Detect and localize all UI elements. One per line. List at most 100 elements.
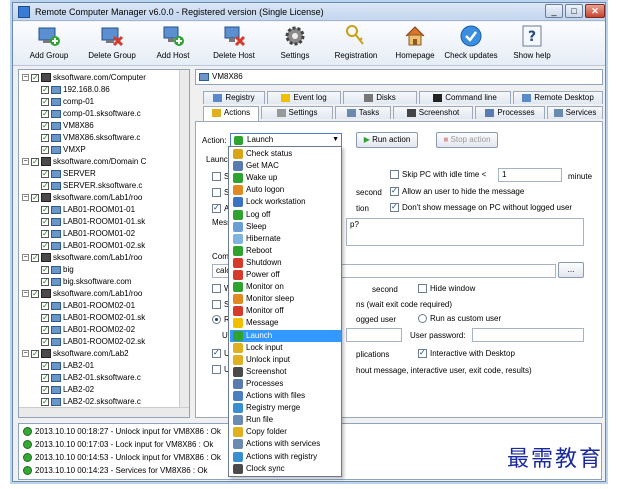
tree-checkbox[interactable] bbox=[31, 72, 39, 84]
tree-host[interactable]: LAB01-ROOM01-01.sk bbox=[41, 216, 145, 228]
dropdown-option[interactable]: Check status bbox=[230, 148, 341, 160]
tree-host[interactable]: VM8X86 bbox=[41, 120, 94, 132]
tree-checkbox[interactable] bbox=[41, 360, 49, 372]
dropdown-option[interactable]: Run file bbox=[230, 414, 341, 426]
tree-checkbox[interactable] bbox=[31, 348, 39, 360]
close-button[interactable]: ✕ bbox=[585, 4, 605, 18]
interactive-desktop-checkbox[interactable]: Interactive with Desktop bbox=[418, 348, 515, 359]
stop-action-button[interactable]: ■ Stop action bbox=[436, 132, 498, 148]
tree-group[interactable]: − sksoftware.com/Lab1/roo bbox=[22, 252, 142, 264]
tree-checkbox[interactable] bbox=[41, 120, 49, 132]
dropdown-option[interactable]: Auto logon bbox=[230, 184, 341, 196]
tree-checkbox[interactable] bbox=[31, 192, 39, 204]
tree-host[interactable]: VM8X86.sksoftware.c bbox=[41, 132, 140, 144]
tree-checkbox[interactable] bbox=[41, 168, 49, 180]
tree-group[interactable]: − sksoftware.com/Lab1/roo bbox=[22, 288, 142, 300]
skip-idle-checkbox[interactable]: Skip PC with idle time < bbox=[390, 170, 486, 180]
tree-checkbox[interactable] bbox=[41, 324, 49, 336]
tab-processes[interactable]: Processes bbox=[475, 106, 545, 119]
tree-group[interactable]: − sksoftware.com/Domain C bbox=[22, 156, 146, 168]
idle-time-input[interactable]: 1 bbox=[498, 168, 562, 182]
dropdown-option[interactable]: Screenshot bbox=[230, 366, 341, 378]
tree-checkbox[interactable] bbox=[41, 84, 49, 96]
tree-group[interactable]: − sksoftware.com/Computer bbox=[22, 72, 146, 84]
dropdown-option[interactable]: Actions with services bbox=[230, 438, 341, 450]
tree-checkbox[interactable] bbox=[41, 264, 49, 276]
dropdown-option[interactable]: Get MAC bbox=[230, 160, 341, 172]
dropdown-option[interactable]: Monitor sleep bbox=[230, 293, 341, 305]
collapse-icon[interactable]: − bbox=[22, 290, 29, 298]
tree-host[interactable]: comp-01 bbox=[41, 96, 94, 108]
tab-disks[interactable]: Disks bbox=[343, 91, 417, 104]
tree-host[interactable]: big bbox=[41, 264, 74, 276]
maximize-button[interactable]: □ bbox=[565, 4, 583, 18]
tab-screenshot[interactable]: Screenshot bbox=[393, 106, 473, 119]
tree-checkbox[interactable] bbox=[31, 156, 39, 168]
tree-host[interactable]: LAB2-01.sksoftware.c bbox=[41, 372, 141, 384]
tree-checkbox[interactable] bbox=[41, 336, 49, 348]
tree-group[interactable]: − sksoftware.com/Lab2 bbox=[22, 348, 129, 360]
dropdown-option[interactable]: Wake up bbox=[230, 172, 341, 184]
tree-host[interactable]: LAB01-ROOM01-02 bbox=[41, 228, 135, 240]
check-updates-button[interactable]: Check updates bbox=[443, 24, 499, 64]
delete-host-button[interactable]: Delete Host bbox=[209, 24, 259, 64]
dropdown-option[interactable]: Log off bbox=[230, 209, 341, 221]
tree-host[interactable]: LAB01-ROOM01-02.sk bbox=[41, 240, 145, 252]
tree-group[interactable]: − sksoftware.com/Lab1/roo bbox=[22, 192, 142, 204]
hide-window-checkbox[interactable]: Hide window bbox=[418, 284, 475, 294]
collapse-icon[interactable]: − bbox=[22, 74, 29, 82]
tree-checkbox[interactable] bbox=[41, 312, 49, 324]
tab-event-log[interactable]: Event log bbox=[267, 91, 341, 104]
tree-checkbox[interactable] bbox=[41, 372, 49, 384]
tree-horizontal-scrollbar[interactable] bbox=[19, 407, 189, 417]
tree-host[interactable]: big.sksoftware.com bbox=[41, 276, 131, 288]
tree-checkbox[interactable] bbox=[41, 180, 49, 192]
dropdown-option[interactable]: Clock sync bbox=[230, 463, 341, 475]
action-select[interactable]: Launch ▼ bbox=[230, 133, 342, 147]
computer-tree[interactable]: − sksoftware.com/Computer 192.168.0.86 comp… bbox=[18, 69, 190, 418]
tree-checkbox[interactable] bbox=[41, 132, 49, 144]
tree-host[interactable]: LAB01-ROOM02-02.sk bbox=[41, 336, 145, 348]
tree-checkbox[interactable] bbox=[41, 300, 49, 312]
dropdown-option[interactable]: Power off bbox=[230, 269, 341, 281]
dropdown-option[interactable]: Copy folder bbox=[230, 426, 341, 438]
run-action-button[interactable]: ▶ Run action bbox=[356, 132, 418, 148]
dropdown-option[interactable]: Launch bbox=[230, 329, 341, 342]
tree-host[interactable]: SERVER bbox=[41, 168, 96, 180]
dropdown-option[interactable]: Message bbox=[230, 317, 341, 329]
tree-host[interactable]: 192.168.0.86 bbox=[41, 84, 110, 96]
dropdown-option[interactable]: Processes bbox=[230, 378, 341, 390]
dropdown-option[interactable]: Monitor off bbox=[230, 305, 341, 317]
run-as-custom-user-radio[interactable]: Run as custom user bbox=[418, 314, 501, 324]
tab-registry[interactable]: Registry bbox=[203, 91, 265, 104]
settings-button[interactable]: Settings bbox=[277, 24, 313, 64]
tree-checkbox[interactable] bbox=[41, 240, 49, 252]
dont-show-message-checkbox[interactable]: Don't show message on PC without logged … bbox=[390, 202, 572, 213]
dropdown-option[interactable]: Hibernate bbox=[230, 233, 341, 245]
collapse-icon[interactable]: − bbox=[22, 158, 29, 166]
tree-checkbox[interactable] bbox=[41, 204, 49, 216]
show-help-button[interactable]: ? Show help bbox=[509, 24, 555, 64]
tab-command-line[interactable]: Command line bbox=[419, 91, 511, 104]
browse-button[interactable]: ... bbox=[558, 262, 584, 278]
tree-host[interactable]: LAB2-02 bbox=[41, 384, 94, 396]
tree-host[interactable]: comp-01.sksoftware.c bbox=[41, 108, 141, 120]
tree-checkbox[interactable] bbox=[31, 252, 39, 264]
option-checkbox-3[interactable]: A bbox=[212, 203, 229, 214]
dropdown-option[interactable]: Sleep bbox=[230, 221, 341, 233]
dropdown-option[interactable]: Lock input bbox=[230, 342, 341, 354]
tree-host[interactable]: LAB01-ROOM02-01 bbox=[41, 300, 135, 312]
minimize-button[interactable]: _ bbox=[545, 4, 563, 18]
collapse-icon[interactable]: − bbox=[22, 194, 29, 202]
allow-hide-checkbox[interactable]: Allow an user to hide the message bbox=[390, 186, 524, 197]
tree-host[interactable]: LAB01-ROOM01-01 bbox=[41, 204, 135, 216]
tree-host[interactable]: SERVER.sksoftware.c bbox=[41, 180, 142, 192]
title-bar[interactable]: Remote Computer Manager v6.0.0 - Registe… bbox=[13, 3, 605, 21]
tab-tasks[interactable]: Tasks bbox=[335, 106, 391, 119]
tree-host[interactable]: VMXP bbox=[41, 144, 86, 156]
action-dropdown-list[interactable]: Check status Get MAC Wake up Auto logon Lock… bbox=[228, 146, 342, 477]
dropdown-option[interactable]: Unlock input bbox=[230, 354, 341, 366]
tree-checkbox[interactable] bbox=[41, 396, 49, 408]
tree-checkbox[interactable] bbox=[41, 276, 49, 288]
tree-checkbox[interactable] bbox=[41, 96, 49, 108]
